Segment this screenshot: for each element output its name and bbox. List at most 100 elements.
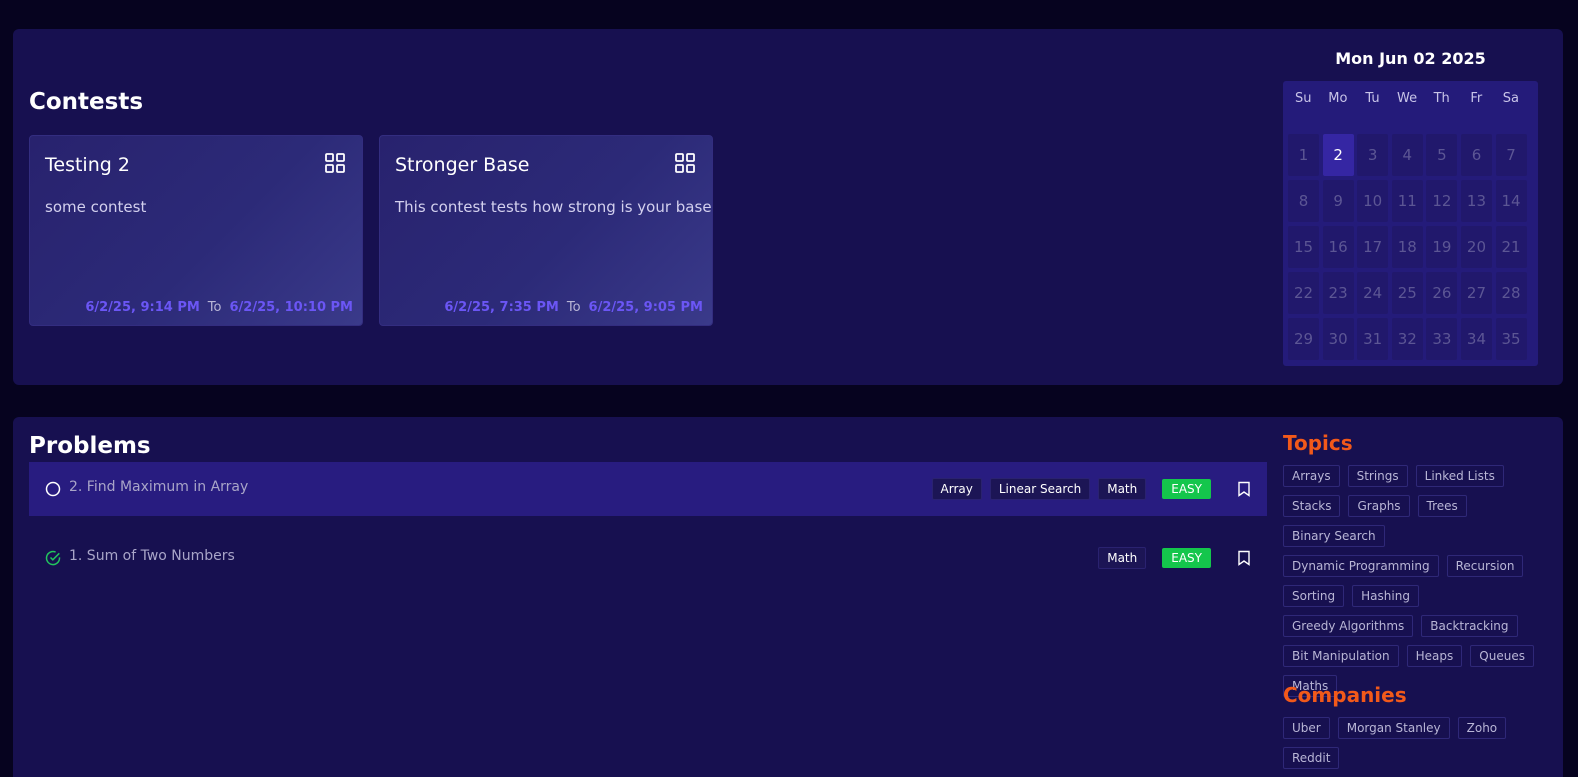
contest-card-description: some contest (45, 198, 147, 216)
calendar-weekday: We (1397, 91, 1418, 106)
calendar-day[interactable]: 28 (1495, 272, 1527, 314)
topic-chip[interactable]: Linked Lists (1415, 465, 1504, 487)
topic-chip[interactable]: Binary Search (1283, 525, 1385, 547)
calendar-day[interactable]: 22 (1288, 272, 1319, 314)
company-chip[interactable]: Uber (1283, 717, 1330, 739)
problem-title[interactable]: 1. Sum of Two Numbers (69, 548, 235, 564)
grid-icon[interactable] (324, 152, 346, 174)
difficulty-badge: EASY (1162, 548, 1211, 568)
topic-chip[interactable]: Recursion (1446, 555, 1524, 577)
calendar-day[interactable]: 11 (1391, 180, 1423, 222)
contest-start-date: 6/2/25, 9:14 PM (85, 300, 200, 315)
topic-chip[interactable]: Stacks (1283, 495, 1341, 517)
topic-chip[interactable]: Greedy Algorithms (1283, 615, 1414, 637)
contest-card[interactable]: Testing 2 some contest 6/2/25, 9:14 PM To… (29, 135, 363, 326)
contests-panel: Contests Testing 2 some contest 6/2/25, … (13, 29, 1563, 385)
contest-card-dates: 6/2/25, 9:14 PM To 6/2/25, 10:10 PM (85, 300, 353, 315)
calendar-day[interactable]: 26 (1426, 272, 1458, 314)
contest-card-description: This contest tests how strong is your ba… (395, 198, 712, 216)
topic-chip[interactable]: Arrays (1283, 465, 1340, 487)
calendar-day[interactable]: 2 (1322, 134, 1354, 176)
calendar-day[interactable]: 9 (1322, 180, 1354, 222)
calendar-day[interactable]: 21 (1495, 226, 1527, 268)
calendar-day[interactable]: 30 (1322, 318, 1354, 360)
calendar-day[interactable]: 14 (1495, 180, 1527, 222)
calendar-day[interactable]: 24 (1357, 272, 1389, 314)
check-circle-icon (45, 550, 61, 566)
companies-title: Companies (1283, 683, 1407, 707)
company-chip[interactable]: Morgan Stanley (1337, 717, 1450, 739)
calendar-day[interactable]: 25 (1391, 272, 1423, 314)
topic-chip[interactable]: Hashing (1352, 585, 1419, 607)
calendar-day[interactable]: 3 (1357, 134, 1389, 176)
problems-panel: Problems 2. Find Maximum in Array Array … (13, 417, 1563, 777)
problem-tag[interactable]: Math (1098, 478, 1147, 500)
topics-title: Topics (1283, 431, 1353, 455)
calendar-day[interactable]: 27 (1460, 272, 1492, 314)
calendar-day[interactable]: 35 (1495, 318, 1527, 360)
calendar-weekday: Su (1295, 91, 1312, 106)
calendar-day[interactable]: 29 (1288, 318, 1319, 360)
calendar-day[interactable]: 10 (1357, 180, 1389, 222)
company-chip[interactable]: Zoho (1457, 717, 1507, 739)
calendar-day[interactable]: 17 (1357, 226, 1389, 268)
contests-title: Contests (29, 89, 144, 115)
contest-end-date: 6/2/25, 10:10 PM (229, 300, 353, 315)
calendar-day[interactable]: 16 (1322, 226, 1354, 268)
calendar-day[interactable]: 23 (1322, 272, 1354, 314)
contest-card[interactable]: Stronger Base This contest tests how str… (379, 135, 713, 326)
problem-tags: Math EASY (1098, 547, 1251, 569)
topic-chip[interactable]: Graphs (1348, 495, 1410, 517)
calendar-day[interactable]: 13 (1460, 180, 1492, 222)
calendar-weekday: Tu (1365, 91, 1380, 106)
calendar-day[interactable]: 12 (1426, 180, 1458, 222)
calendar-day[interactable]: 18 (1391, 226, 1423, 268)
topic-chip[interactable]: Bit Manipulation (1283, 645, 1399, 667)
contest-end-date: 6/2/25, 9:05 PM (588, 300, 703, 315)
topic-chip[interactable]: Trees (1417, 495, 1467, 517)
problems-title: Problems (29, 433, 151, 459)
calendar-day[interactable]: 7 (1495, 134, 1527, 176)
calendar-weekday: Mo (1328, 91, 1348, 106)
calendar-weekday: Sa (1502, 91, 1519, 106)
bookmark-icon[interactable] (1237, 481, 1251, 497)
calendar-day[interactable]: 15 (1288, 226, 1319, 268)
problem-row[interactable]: 2. Find Maximum in Array Array Linear Se… (29, 462, 1267, 516)
topic-chip[interactable]: Dynamic Programming (1283, 555, 1439, 577)
contest-start-date: 6/2/25, 7:35 PM (444, 300, 559, 315)
calendar-date-label: Mon Jun 02 2025 (1335, 49, 1486, 68)
contest-card-title: Stronger Base (395, 154, 530, 176)
problem-tag[interactable]: Linear Search (989, 478, 1091, 500)
topic-chip[interactable]: Queues (1470, 645, 1534, 667)
bookmark-icon[interactable] (1237, 550, 1251, 566)
problem-tag[interactable]: Array (931, 478, 982, 500)
contest-date-separator: To (566, 300, 581, 315)
topic-chip[interactable]: Heaps (1406, 645, 1463, 667)
company-chip[interactable]: Reddit (1283, 747, 1340, 769)
calendar-day[interactable]: 20 (1460, 226, 1492, 268)
calendar-weekdays: Su Mo Tu We Th Fr Sa (1286, 84, 1538, 114)
calendar-day[interactable]: 19 (1426, 226, 1458, 268)
topic-chip[interactable]: Backtracking (1421, 615, 1518, 637)
calendar-day[interactable]: 5 (1426, 134, 1458, 176)
calendar-day[interactable]: 31 (1357, 318, 1389, 360)
topics-list: Arrays Strings Linked Lists Stacks Graphs Tre… (1283, 465, 1543, 697)
contest-card-title: Testing 2 (45, 154, 130, 176)
calendar-day[interactable]: 6 (1460, 134, 1492, 176)
calendar-day[interactable]: 1 (1288, 134, 1319, 176)
problem-title[interactable]: 2. Find Maximum in Array (69, 479, 248, 495)
problem-row[interactable]: 1. Sum of Two Numbers Math EASY (29, 531, 1267, 585)
topic-chip[interactable]: Strings (1347, 465, 1408, 487)
topic-chip[interactable]: Sorting (1283, 585, 1345, 607)
calendar-grid: 1 2 3 4 5 6 7 8 9 10 11 12 13 14 15 16 17 18 19 20 21 22 23 24 2… (1286, 134, 1538, 360)
grid-icon[interactable] (674, 152, 696, 174)
calendar-day[interactable]: 8 (1288, 180, 1319, 222)
calendar-day[interactable]: 33 (1426, 318, 1458, 360)
calendar-day[interactable]: 4 (1391, 134, 1423, 176)
difficulty-badge: EASY (1162, 479, 1211, 499)
calendar: Su Mo Tu We Th Fr Sa 1 2 3 4 5 6 7 8 9 10 11 12 13 14 15 16 17… (1283, 81, 1538, 366)
calendar-day[interactable]: 34 (1460, 318, 1492, 360)
calendar-weekday: Fr (1470, 91, 1483, 106)
calendar-day[interactable]: 32 (1391, 318, 1423, 360)
problem-tag[interactable]: Math (1098, 547, 1147, 569)
